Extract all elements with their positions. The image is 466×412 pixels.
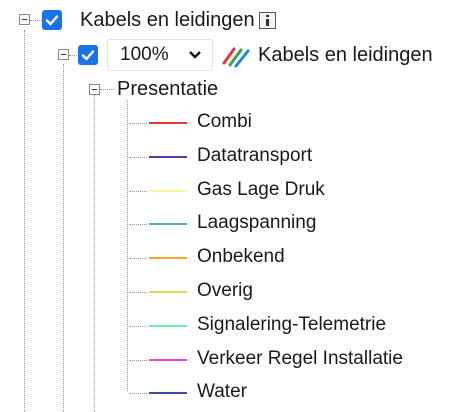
tree-line [69, 55, 77, 56]
tree-line [129, 224, 147, 225]
legend-label: Water [197, 381, 247, 402]
layer-title: Kabels en leidingen [80, 9, 255, 31]
legend-label: Verkeer Regel Installatie [197, 348, 403, 369]
legend-swatch [149, 223, 187, 225]
tree-line [129, 157, 147, 158]
chevron-down-icon [189, 51, 201, 59]
legend-swatch [149, 190, 187, 192]
legend-label: Datatransport [197, 145, 313, 166]
tree-line [129, 292, 147, 293]
tree-line [63, 64, 64, 412]
tree-line [129, 393, 147, 394]
legend-label: Onbekend [197, 246, 285, 267]
sublayer-title: Kabels en leidingen [258, 44, 433, 66]
legend-label: Gas Lage Druk [197, 179, 325, 200]
layer-type-icon [222, 47, 250, 68]
legend-swatch [149, 257, 187, 259]
legend-swatch [149, 291, 187, 293]
tree-line [129, 360, 147, 361]
tree-line [129, 191, 147, 192]
opacity-value: 100% [120, 44, 169, 65]
legend-swatch [149, 156, 187, 158]
tree-line [30, 20, 42, 21]
legend-swatch [149, 325, 187, 327]
tree-line [24, 30, 25, 412]
legend-label: Laagspanning [197, 212, 317, 233]
collapse-toggle-icon[interactable] [89, 84, 100, 95]
tree-line [94, 95, 95, 412]
collapse-toggle-icon[interactable] [58, 49, 69, 60]
legend-label: Signalering-Telemetrie [197, 314, 387, 335]
opacity-select[interactable]: 100% [107, 39, 213, 71]
legend-swatch [149, 359, 187, 361]
legend-swatch [149, 122, 187, 124]
tree-line [129, 258, 147, 259]
tree-line [127, 100, 128, 391]
legend-label: Overig [197, 280, 253, 301]
collapse-toggle-icon[interactable] [19, 14, 30, 25]
legend-swatch [149, 392, 187, 394]
tree-line [100, 89, 114, 90]
sublayer-checkbox[interactable] [78, 45, 98, 65]
tree-line [129, 326, 147, 327]
info-icon[interactable] [259, 12, 276, 29]
group-title: Presentatie [117, 78, 219, 100]
layer-checkbox[interactable] [42, 10, 62, 30]
legend-label: Combi [197, 111, 252, 132]
tree-line [129, 123, 147, 124]
